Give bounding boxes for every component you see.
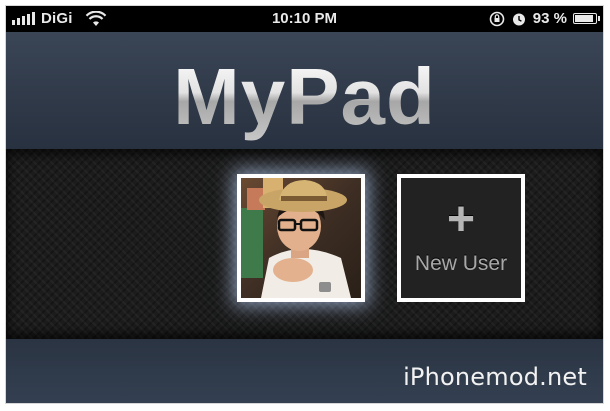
watermark-text: iPhonemod.net	[403, 363, 587, 391]
battery-icon	[573, 13, 600, 24]
status-bar: DiGi 10:10 PM 93 %	[6, 6, 603, 32]
new-user-button[interactable]: + New User	[397, 174, 525, 302]
app-title: MyPad	[6, 52, 603, 142]
user-avatar-photo	[241, 178, 361, 298]
iphone-screen: DiGi 10:10 PM 93 % MyPad + New User iPho…	[5, 5, 604, 404]
new-user-label: New User	[414, 252, 508, 275]
plus-icon: +	[446, 193, 476, 246]
status-right: 93 %	[489, 10, 600, 27]
battery-percentage: 93 %	[532, 10, 567, 27]
header: MyPad	[6, 32, 603, 149]
battery-fill	[575, 15, 593, 22]
screenshot-frame: DiGi 10:10 PM 93 % MyPad + New User iPho…	[0, 0, 610, 411]
alarm-icon	[511, 11, 527, 27]
user-avatar-tile[interactable]	[237, 174, 365, 302]
rotation-lock-icon	[489, 11, 505, 27]
